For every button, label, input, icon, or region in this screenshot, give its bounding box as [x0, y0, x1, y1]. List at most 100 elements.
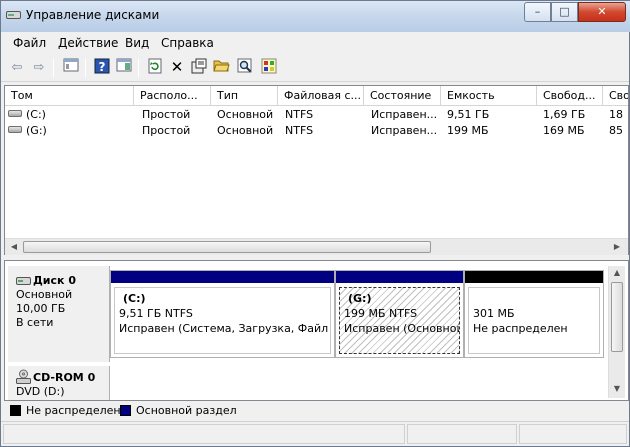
- title-bar[interactable]: Управление дисками – □ ✕: [1, 1, 630, 32]
- svg-text:?: ?: [99, 60, 106, 74]
- legend-label-unallocated: Не распределен: [26, 404, 121, 417]
- properties-pane-icon[interactable]: [114, 58, 134, 78]
- cdrom-icon: [16, 369, 31, 384]
- column-header-status[interactable]: Состояние: [364, 86, 441, 106]
- partition-size: 301 МБ: [473, 307, 515, 320]
- refresh-icon[interactable]: [145, 58, 165, 78]
- scroll-right-arrow-icon[interactable]: ▶: [610, 241, 624, 253]
- free-percent-cell: 18: [609, 108, 623, 121]
- menu-file[interactable]: Файл: [13, 36, 46, 50]
- search-icon[interactable]: [235, 58, 255, 78]
- disk-name: Диск 0: [33, 274, 76, 287]
- maximize-button[interactable]: □: [551, 2, 578, 22]
- type-cell: Основной: [217, 108, 274, 121]
- partition-info: (G:) 199 МБ NTFS Исправен (Основной разд…: [339, 287, 460, 354]
- partition-title: (C:): [123, 292, 146, 305]
- legend: Не распределен Основной раздел: [1, 401, 629, 421]
- disk-management-window: Управление дисками – □ ✕ Файл Действие В…: [0, 0, 630, 447]
- partition-status: Не распределен: [473, 322, 568, 335]
- column-header-filesystem[interactable]: Файловая с...: [278, 86, 364, 106]
- horizontal-scroll-thumb[interactable]: [23, 241, 431, 253]
- partition-info: (C:) 9,51 ГБ NTFS Исправен (Система, Заг…: [114, 287, 331, 354]
- disk-state: В сети: [16, 316, 54, 329]
- console-tree-icon[interactable]: [61, 58, 81, 78]
- status-panel: [407, 424, 517, 444]
- open-folder-icon[interactable]: [211, 58, 231, 78]
- disk-kind: Основной: [16, 288, 73, 301]
- vertical-scrollbar[interactable]: ▲ ▼: [608, 266, 625, 398]
- horizontal-scrollbar[interactable]: ◀ ▶: [5, 238, 628, 255]
- minimize-button[interactable]: –: [524, 2, 551, 22]
- status-cell: Исправен...: [371, 124, 438, 137]
- legend-swatch-unallocated: [10, 405, 21, 416]
- disk-graph-view: Диск 0 Основной 10,00 ГБ В сети (C:) 9,5…: [4, 260, 629, 401]
- partition-size: 9,51 ГБ NTFS: [119, 307, 193, 320]
- partition-size: 199 МБ NTFS: [344, 307, 418, 320]
- cdrom-0-label[interactable]: CD-ROM 0 DVD (D:): [8, 366, 110, 400]
- partition-g[interactable]: (G:) 199 МБ NTFS Исправен (Основной разд…: [335, 270, 464, 358]
- vertical-scroll-thumb[interactable]: [611, 282, 623, 352]
- menu-action[interactable]: Действие: [58, 36, 118, 50]
- free-cell: 169 МБ: [543, 124, 585, 137]
- partition-bar: [336, 271, 463, 283]
- legend-label-primary: Основной раздел: [136, 404, 237, 417]
- scroll-up-arrow-icon[interactable]: ▲: [610, 267, 624, 279]
- help-icon[interactable]: ?: [92, 58, 112, 78]
- volume-name: (G:): [26, 124, 47, 137]
- volume-cell: (C:): [5, 107, 134, 122]
- disk-management-app-icon: [6, 11, 21, 19]
- volume-list: Том Располо... Тип Файловая с... Состоян…: [4, 85, 629, 255]
- column-header-capacity[interactable]: Емкость: [441, 86, 537, 106]
- partition-bar: [465, 271, 603, 283]
- column-header-type[interactable]: Тип: [211, 86, 278, 106]
- filesystem-cell: NTFS: [285, 124, 314, 137]
- menu-help[interactable]: Справка: [161, 36, 214, 50]
- toolbar-separator: [53, 59, 54, 77]
- status-panel: [519, 424, 627, 444]
- partition-c[interactable]: (C:) 9,51 ГБ NTFS Исправен (Система, Заг…: [110, 270, 335, 358]
- filesystem-cell: NTFS: [285, 108, 314, 121]
- status-bar: [1, 421, 629, 446]
- menu-bar: Файл Действие Вид Справка: [1, 32, 629, 54]
- capacity-cell: 199 МБ: [447, 124, 489, 137]
- column-header-layout[interactable]: Располо...: [134, 86, 211, 106]
- close-button[interactable]: ✕: [578, 2, 626, 22]
- volume-drive-icon: [8, 110, 22, 117]
- cdrom-name: CD-ROM 0: [33, 371, 96, 384]
- toolbar-separator: [85, 59, 86, 77]
- scroll-left-arrow-icon[interactable]: ◀: [7, 241, 21, 253]
- partition-status: Исправен (Система, Загрузка, Файл подкач…: [119, 322, 330, 335]
- forward-arrow-icon[interactable]: ⇨: [29, 58, 49, 78]
- status-cell: Исправен...: [371, 108, 438, 121]
- hard-disk-icon: [16, 277, 31, 285]
- volume-drive-icon: [8, 126, 22, 133]
- status-panel: [3, 424, 405, 444]
- capacity-cell: 9,51 ГБ: [447, 108, 490, 121]
- partition-status: Исправен (Основной раздел): [344, 322, 460, 335]
- menu-view[interactable]: Вид: [125, 36, 149, 50]
- column-header-free[interactable]: Свобод...: [537, 86, 603, 106]
- window-title: Управление дисками: [26, 8, 160, 22]
- layout-cell: Простой: [142, 124, 191, 137]
- legend-swatch-primary: [120, 405, 131, 416]
- disk-0-label[interactable]: Диск 0 Основной 10,00 ГБ В сети: [8, 266, 110, 362]
- partition-unallocated[interactable]: 301 МБ Не распределен: [464, 270, 604, 358]
- wizard-icon[interactable]: [259, 58, 279, 78]
- back-arrow-icon[interactable]: ⇦: [7, 58, 27, 78]
- free-cell: 1,69 ГБ: [543, 108, 586, 121]
- layout-cell: Простой: [142, 108, 191, 121]
- volume-cell: (G:): [5, 123, 134, 138]
- properties-icon[interactable]: [189, 58, 209, 78]
- partition-bar: [111, 271, 334, 283]
- scroll-down-arrow-icon[interactable]: ▼: [610, 383, 624, 395]
- column-header-free-percent[interactable]: Сво: [603, 86, 628, 106]
- toolbar: ⇦ ⇨ ? ✕: [1, 54, 629, 82]
- volume-name: (C:): [26, 108, 46, 121]
- partition-info: 301 МБ Не распределен: [468, 287, 600, 354]
- free-percent-cell: 85: [609, 124, 623, 137]
- cdrom-kind: DVD (D:): [16, 385, 65, 398]
- column-header-volume[interactable]: Том: [5, 86, 134, 106]
- type-cell: Основной: [217, 124, 274, 137]
- toolbar-separator: [138, 59, 139, 77]
- delete-icon[interactable]: ✕: [167, 58, 187, 78]
